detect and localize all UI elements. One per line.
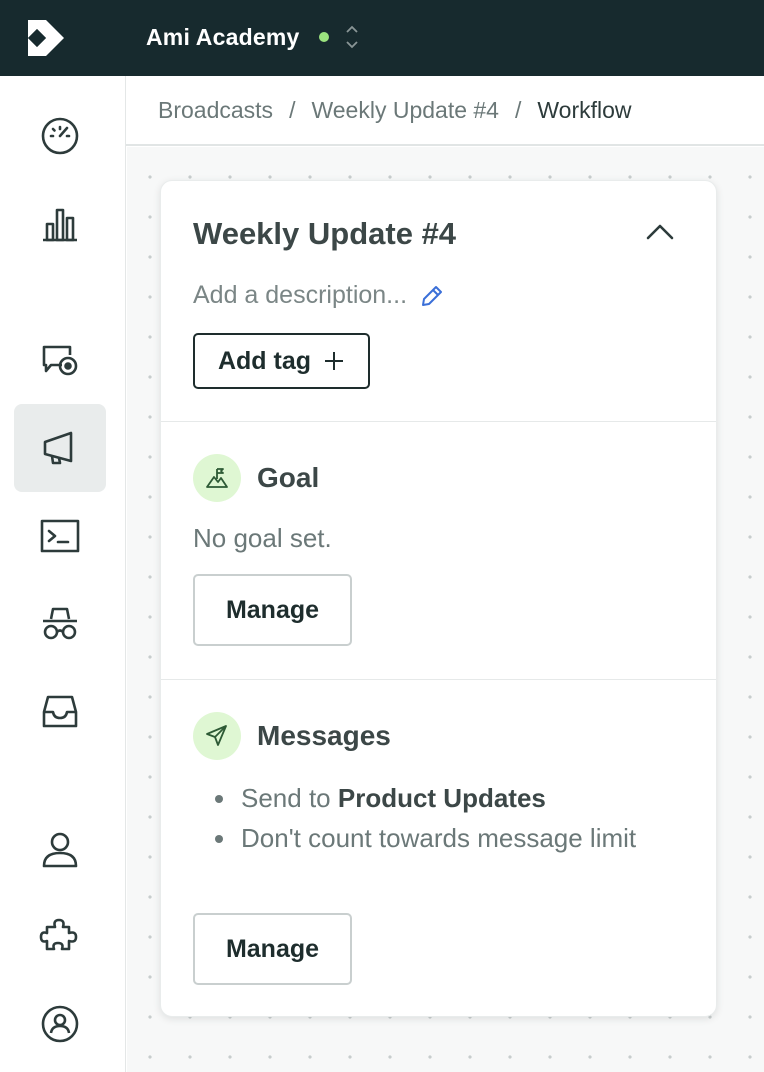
send-to-prefix: Send to — [241, 783, 338, 813]
sidebar-item-integrations[interactable] — [14, 892, 106, 980]
workflow-card: Weekly Update #4 Add a description... Ad… — [160, 180, 717, 1017]
puzzle-icon — [39, 918, 78, 951]
sidebar-item-conversations[interactable] — [14, 316, 106, 404]
chevron-up-down-icon — [346, 25, 359, 49]
app-logo-icon[interactable] — [26, 18, 66, 58]
user-icon — [42, 832, 78, 868]
user-circle-icon — [41, 1005, 79, 1043]
breadcrumb: Broadcasts / Weekly Update #4 / Workflow — [126, 76, 764, 146]
breadcrumb-workflow: Workflow — [537, 96, 632, 123]
description-field[interactable]: Add a description... — [193, 281, 445, 310]
goal-icon-badge — [193, 454, 241, 502]
message-limit-note: Don't count towards message limit — [241, 823, 637, 853]
list-item: Send to Product Updates — [193, 778, 673, 818]
add-tag-label: Add tag — [217, 346, 312, 375]
breadcrumb-separator: / — [514, 96, 522, 123]
sidebar-item-contacts[interactable] — [14, 806, 106, 894]
breadcrumb-weekly-update[interactable]: Weekly Update #4 — [311, 97, 499, 124]
breadcrumb-separator: / — [289, 96, 296, 123]
goal-section: Goal No goal set. Manage — [161, 422, 716, 680]
speedometer-icon — [41, 117, 79, 155]
sidebar-item-inbox[interactable] — [14, 668, 106, 756]
chevron-up-icon[interactable] — [645, 221, 675, 243]
breadcrumb-broadcasts[interactable]: Broadcasts — [158, 97, 273, 124]
terminal-icon — [40, 519, 80, 553]
sidebar — [0, 76, 126, 1072]
sidebar-item-broadcasts[interactable] — [14, 404, 106, 492]
sidebar-item-dashboard[interactable] — [14, 92, 106, 180]
chat-target-icon — [42, 345, 78, 376]
flag-mountain-icon — [206, 468, 228, 488]
messages-manage-button[interactable]: Manage — [193, 913, 352, 985]
pencil-icon[interactable] — [419, 283, 445, 309]
workspace-switcher[interactable]: Ami Academy — [146, 22, 359, 52]
add-tag-button[interactable]: Add tag — [193, 333, 370, 389]
sidebar-item-incognito[interactable] — [14, 580, 106, 668]
plus-icon — [325, 352, 344, 370]
messages-section: Messages Send to Product Updates Don't c… — [161, 680, 716, 1018]
messages-details: Send to Product Updates Don't count towa… — [193, 778, 673, 858]
top-bar: Ami Academy — [0, 0, 764, 76]
messages-title: Messages — [257, 720, 391, 751]
list-item: Don't count towards message limit — [193, 818, 673, 858]
goal-text: No goal set. — [193, 523, 332, 553]
send-to-segment: Product Updates — [337, 783, 546, 813]
spy-icon — [43, 607, 77, 640]
goal-manage-button[interactable]: Manage — [193, 574, 352, 646]
sidebar-item-reports[interactable] — [14, 180, 106, 268]
megaphone-icon — [43, 431, 73, 465]
sidebar-item-account[interactable] — [14, 980, 106, 1068]
messages-icon-badge — [193, 712, 241, 760]
inbox-icon — [42, 695, 78, 728]
status-dot — [319, 32, 330, 42]
paper-plane-icon — [206, 725, 227, 746]
sidebar-item-console[interactable] — [14, 492, 106, 580]
description-placeholder: Add a description... — [193, 281, 408, 309]
workspace-name: Ami Academy — [146, 23, 300, 50]
goal-title: Goal — [257, 462, 320, 493]
workflow-header-section: Weekly Update #4 Add a description... Ad… — [161, 181, 716, 422]
bar-chart-icon — [43, 208, 77, 242]
workflow-title: Weekly Update #4 — [193, 216, 457, 251]
